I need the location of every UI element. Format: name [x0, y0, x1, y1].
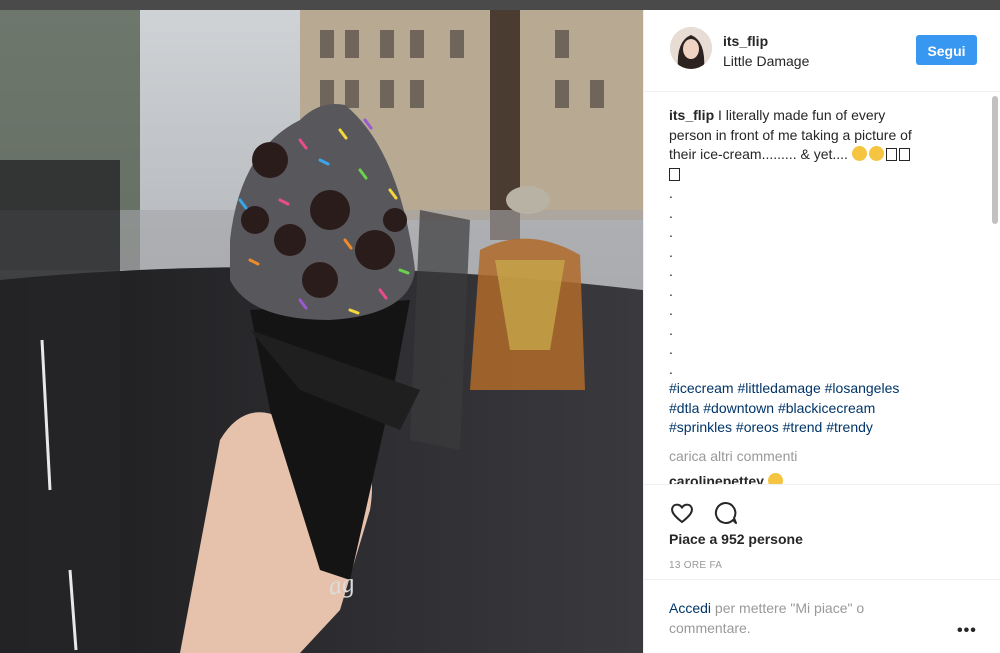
avatar-image — [670, 27, 712, 69]
caption-dot: . — [669, 360, 673, 377]
caption-text-line3: their ice-cream......... & yet.... — [669, 146, 848, 162]
hashtag-line[interactable]: #sprinkles #oreos #trend #trendy — [669, 418, 981, 438]
caption-dot: . — [669, 263, 673, 279]
more-options-icon[interactable]: ••• — [957, 622, 977, 640]
comment-icon[interactable] — [712, 500, 738, 526]
hashtag-line[interactable]: #dtla #downtown #blackicecream — [669, 399, 981, 419]
comment-username[interactable]: carolinepettey — [669, 473, 764, 484]
post-timestamp: 13 ORE FA — [669, 560, 723, 571]
caption-dot: . — [669, 321, 673, 338]
post-header: its_flip Little Damage Segui — [644, 10, 1000, 92]
caption: its_flip I literally made fun of every p… — [669, 106, 981, 438]
caption-dot: . — [669, 302, 673, 318]
comment: carolinepettey — [669, 472, 981, 484]
comments-scrollbar[interactable] — [992, 96, 998, 224]
post-photo[interactable]: ag — [0, 10, 643, 653]
caption-dot: . — [669, 224, 673, 240]
caption-dots: . . . . . . . . . . — [669, 184, 981, 379]
likes-count[interactable]: Piace a 952 persone — [669, 531, 803, 547]
grinning-sweat-emoji-icon — [868, 146, 884, 161]
login-text: Accedi per mettere "Mi piace" o commenta… — [669, 598, 919, 638]
ice-cream-photo: ag — [0, 10, 643, 653]
caption-dot: . — [669, 282, 673, 299]
login-prompt: Accedi per mettere "Mi piace" o commenta… — [644, 579, 1000, 653]
svg-text:ag: ag — [326, 568, 357, 601]
login-link[interactable]: Accedi — [669, 600, 711, 616]
caption-dot: . — [669, 341, 673, 357]
caption-text-line1: I literally made fun of every — [718, 107, 886, 123]
post-username[interactable]: its_flip — [723, 33, 768, 49]
smiling-face-emoji-icon — [767, 473, 783, 484]
post-location[interactable]: Little Damage — [723, 53, 809, 69]
load-more-comments-link[interactable]: carica altri commenti — [669, 447, 981, 467]
hashtag-line[interactable]: #icecream #littledamage #losangeles — [669, 379, 981, 399]
caption-dot: . — [669, 243, 673, 260]
caption-text-line2: person in front of me taking a picture o… — [669, 126, 912, 143]
missing-glyph-icon — [885, 148, 897, 161]
follow-button[interactable]: Segui — [916, 35, 977, 65]
heart-icon[interactable] — [669, 500, 695, 526]
caption-hashtags: #icecream #littledamage #losangeles #dtl… — [669, 379, 981, 438]
missing-glyph-icon — [898, 148, 910, 161]
post-actions — [644, 484, 1000, 524]
avatar[interactable] — [670, 27, 712, 69]
browser-top-strip — [0, 0, 1000, 10]
comments-list: its_flip I literally made fun of every p… — [669, 106, 981, 484]
missing-glyph-icon — [669, 167, 680, 181]
post-sidebar: its_flip Little Damage Segui its_flip I … — [643, 10, 1000, 653]
drooling-face-emoji-icon — [851, 146, 867, 161]
caption-dot: . — [669, 204, 673, 221]
caption-dot: . — [669, 185, 673, 201]
caption-username[interactable]: its_flip — [669, 107, 714, 123]
